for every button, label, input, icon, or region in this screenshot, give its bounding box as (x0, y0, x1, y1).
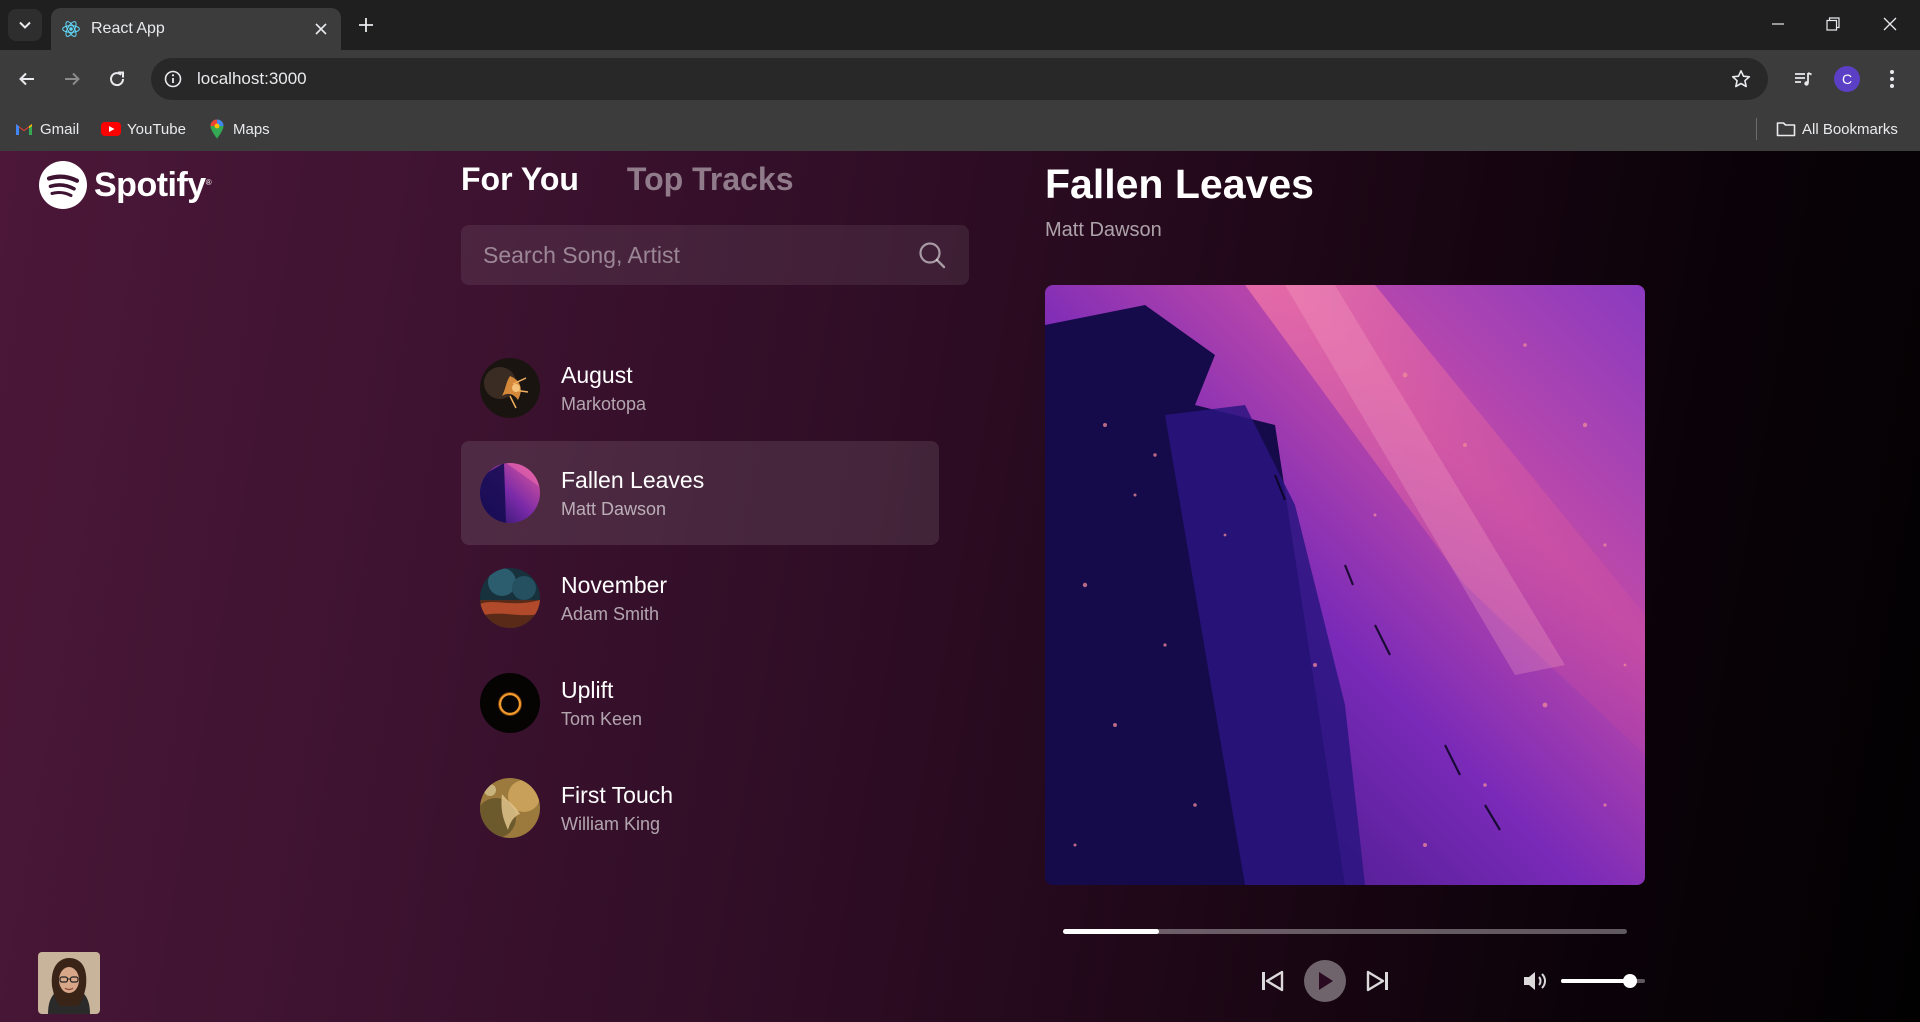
song-thumbnail (480, 358, 540, 418)
bookmark-label: YouTube (127, 120, 186, 138)
progress-fill (1063, 929, 1159, 934)
site-info-icon[interactable] (161, 67, 185, 91)
maps-icon (207, 119, 227, 139)
bookmark-youtube[interactable]: YouTube (101, 116, 186, 142)
now-playing-title: Fallen Leaves (1045, 161, 1314, 207)
gmail-icon (14, 120, 34, 138)
song-thumbnail (480, 463, 540, 523)
song-artist: Adam Smith (561, 603, 660, 624)
tab-title: React App (91, 20, 165, 37)
now-playing-artist: Matt Dawson (1045, 219, 1162, 241)
song-title: August (561, 361, 633, 388)
url-text[interactable]: localhost:3000 (197, 69, 1726, 89)
bookmarks-divider (1756, 118, 1757, 140)
volume-slider[interactable] (1561, 974, 1645, 988)
address-bar[interactable]: localhost:3000 (151, 58, 1768, 100)
song-artist: Markotopa (561, 393, 647, 414)
reload-button[interactable] (102, 64, 132, 94)
bookmark-gmail[interactable]: Gmail (14, 116, 79, 142)
volume-fill (1561, 979, 1630, 983)
restore-window-button[interactable] (1813, 8, 1853, 40)
next-button[interactable] (1364, 966, 1392, 996)
play-button[interactable] (1304, 960, 1346, 1002)
spotify-icon (39, 161, 87, 209)
profile-avatar[interactable]: C (1834, 66, 1860, 92)
back-button[interactable] (12, 64, 42, 94)
song-artist: William King (561, 813, 661, 834)
bookmark-label: Gmail (40, 120, 80, 138)
search-box (461, 225, 969, 285)
song-item-fallen-leaves[interactable]: Fallen Leaves Matt Dawson (461, 441, 939, 545)
song-title: First Touch (561, 781, 674, 808)
spotify-logo[interactable]: Spotify ® (38, 160, 212, 210)
app-page: Spotify ® For You Top Tracks August (0, 151, 1920, 1022)
browser-tab-strip: React App (0, 0, 1920, 50)
song-item-first-touch[interactable]: First Touch William King (461, 756, 939, 860)
new-tab-button[interactable] (352, 11, 380, 39)
playlist-music-icon (1795, 72, 1812, 86)
plus-icon (359, 18, 373, 32)
song-thumbnail (480, 568, 540, 628)
song-title: Fallen Leaves (561, 466, 705, 493)
nav-tabs: For You Top Tracks (461, 161, 842, 198)
bookmark-label: Maps (233, 120, 270, 138)
close-tab-icon[interactable] (311, 19, 331, 39)
progress-bar[interactable] (1063, 929, 1627, 934)
song-item-uplift[interactable]: Uplift Tom Keen (461, 651, 939, 755)
skip-previous-icon (1262, 970, 1284, 992)
song-text: August Markotopa (561, 361, 646, 416)
restore-icon (1826, 17, 1840, 31)
album-cover (1045, 285, 1645, 885)
volume-icon (1524, 972, 1546, 990)
song-thumbnail (480, 673, 540, 733)
youtube-icon (101, 120, 121, 138)
minimize-window-button[interactable] (1758, 8, 1798, 40)
browser-toolbar: localhost:3000 C (0, 50, 1920, 108)
song-title: November (561, 571, 668, 598)
bookmark-maps[interactable]: Maps (207, 116, 270, 142)
song-title: Uplift (561, 676, 614, 703)
more-vertical-icon (1890, 70, 1894, 88)
all-bookmarks-button[interactable]: All Bookmarks (1776, 116, 1898, 142)
song-artist: Tom Keen (561, 708, 643, 729)
search-input[interactable] (483, 241, 917, 269)
song-item-november[interactable]: November Adam Smith (461, 546, 939, 650)
song-text: Uplift Tom Keen (561, 676, 642, 731)
browser-menu-button[interactable] (1877, 64, 1907, 94)
volume-button[interactable] (1520, 966, 1552, 996)
song-text: Fallen Leaves Matt Dawson (561, 466, 704, 521)
previous-button[interactable] (1258, 966, 1286, 996)
volume-handle[interactable] (1622, 974, 1637, 988)
song-thumbnail (480, 778, 540, 838)
close-window-button[interactable] (1870, 8, 1910, 40)
close-icon (1883, 17, 1897, 31)
bookmarks-bar: Gmail YouTube Maps All Bookmarks (0, 108, 1920, 151)
reload-icon (110, 71, 125, 87)
bookmark-star-icon[interactable] (1726, 64, 1756, 94)
tab-for-you[interactable]: For You (461, 161, 579, 198)
arrow-right-icon (65, 72, 80, 86)
forward-button[interactable] (57, 64, 87, 94)
chevron-down-icon (19, 21, 31, 29)
folder-icon (1776, 120, 1796, 138)
browser-tab-active[interactable]: React App (51, 8, 341, 50)
media-controls-button[interactable] (1788, 64, 1818, 94)
song-text: November Adam Smith (561, 571, 667, 626)
song-list: August Markotopa Fallen Leaves Matt Daws… (461, 336, 939, 861)
minimize-icon (1772, 23, 1784, 25)
song-text: First Touch William King (561, 781, 673, 836)
all-bookmarks-label: All Bookmarks (1802, 120, 1898, 138)
song-artist: Matt Dawson (561, 498, 667, 519)
skip-next-icon (1366, 970, 1388, 992)
tab-top-tracks[interactable]: Top Tracks (627, 161, 794, 198)
song-item-august[interactable]: August Markotopa (461, 336, 939, 440)
tab-search-button[interactable] (8, 9, 42, 41)
react-icon (61, 19, 81, 39)
user-avatar[interactable] (38, 952, 100, 1014)
arrow-left-icon (19, 72, 34, 86)
search-icon[interactable] (917, 240, 947, 270)
play-icon (1319, 972, 1333, 990)
logo-text: Spotify (94, 165, 206, 204)
logo-trademark: ® (205, 178, 212, 187)
